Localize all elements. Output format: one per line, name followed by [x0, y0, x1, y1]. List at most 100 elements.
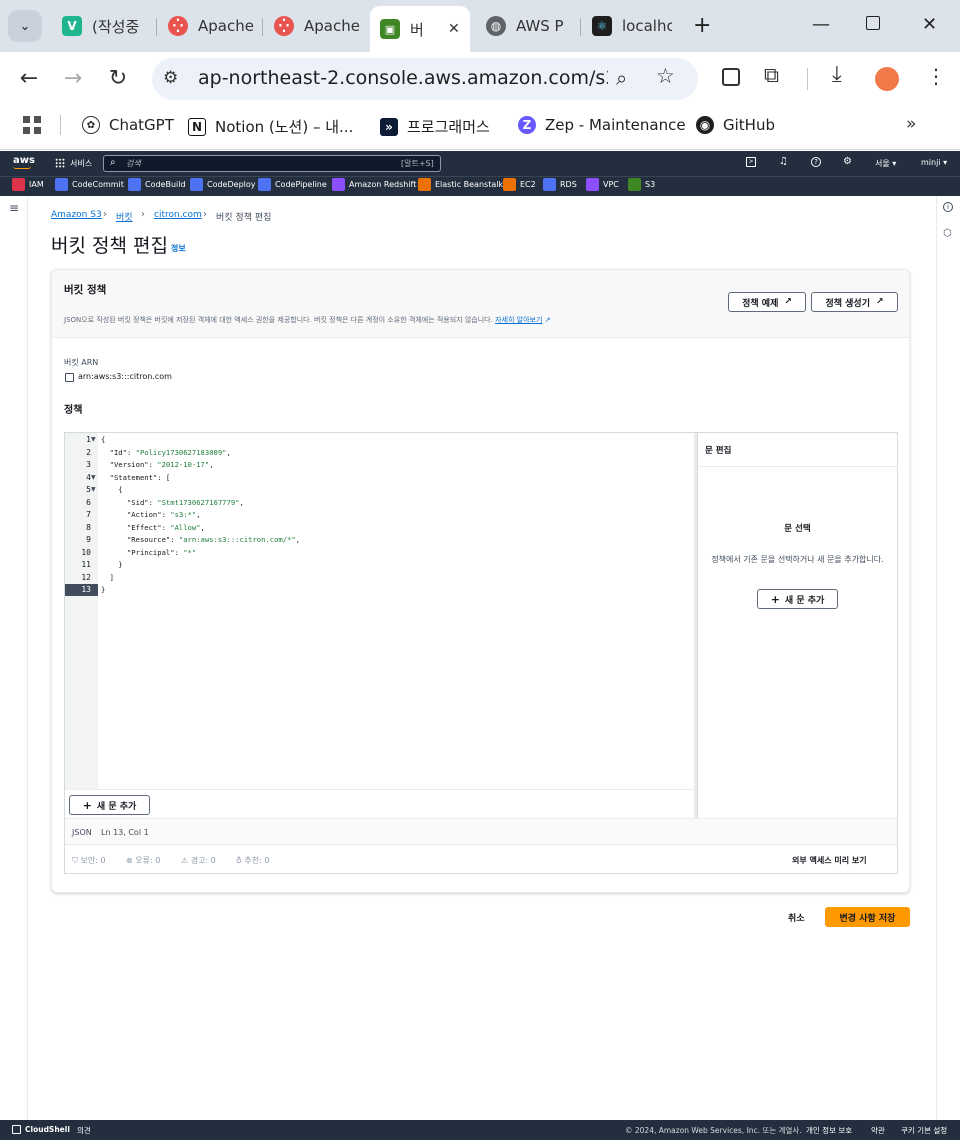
puzzle-icon[interactable]: ⧉ [764, 63, 779, 88]
line-number: 3 [86, 460, 91, 469]
statement-pane [697, 433, 897, 818]
help-icon[interactable]: ? [811, 157, 821, 167]
save-changes-button[interactable]: 변경 사항 저장 [825, 907, 910, 927]
chatgpt-icon: ✿ [82, 116, 100, 134]
line-number: 11 [81, 560, 91, 569]
breadcrumb-buckets[interactable]: 버킷 [116, 210, 133, 223]
favorite-elastic-beanstalk[interactable]: Elastic Beanstalk [418, 178, 503, 191]
favorite-codedeploy[interactable]: CodeDeploy [190, 178, 256, 191]
more-bookmarks-icon[interactable]: » [906, 114, 916, 134]
suggestion-count[interactable]: ♁ 추천: 0 [236, 855, 269, 866]
service-icon [628, 178, 641, 191]
close-window-icon[interactable]: ✕ [922, 14, 937, 35]
add-statement-pane-button[interactable]: + 새 문 추가 [757, 589, 838, 609]
favorite-s3[interactable]: S3 [628, 178, 655, 191]
fold-arrow-icon[interactable]: ▼ [91, 486, 96, 493]
services-menu[interactable]: 서비스 [70, 158, 92, 169]
service-icon [586, 178, 599, 191]
forward-icon[interactable]: → [60, 66, 86, 91]
favorite-iam[interactable]: IAM [12, 178, 44, 191]
browser-tab[interactable]: ⁛ Apache [158, 8, 258, 44]
lightbulb-icon: ♁ [236, 856, 242, 865]
feedback-button[interactable]: 의견 [77, 1125, 91, 1136]
terms-link[interactable]: 약관 [871, 1125, 885, 1136]
back-icon[interactable]: ← [16, 66, 42, 91]
zoom-icon[interactable]: ⌕ [616, 66, 627, 90]
browser-tab[interactable]: ⁛ Apache [264, 8, 364, 44]
profile-avatar[interactable] [875, 67, 899, 91]
apps-grid-icon[interactable] [23, 116, 41, 134]
privacy-link[interactable]: 개인 정보 보호 [806, 1125, 852, 1136]
github-icon: ◉ [696, 116, 714, 134]
status-language: JSON [72, 828, 92, 837]
url-text[interactable]: ap-northeast-2.console.aws.amazon.com/s3… [198, 67, 608, 89]
settings-icon[interactable]: ⚙ [843, 156, 852, 167]
line-number: 6 [86, 497, 91, 507]
aws-search-input[interactable] [103, 155, 441, 172]
external-link-icon: ↗ [784, 297, 792, 307]
favorite-amazon-redshift[interactable]: Amazon Redshift [332, 178, 416, 191]
menu-icon[interactable]: ⋮ [926, 64, 946, 88]
download-icon[interactable]: ⤓ [832, 62, 842, 87]
browser-tab[interactable]: ◍ AWS P [476, 8, 576, 44]
chevron-right-icon: › [203, 209, 207, 220]
bookmark-zep[interactable]: Z Zep - Maintenance [518, 116, 686, 134]
bookmark-chatgpt[interactable]: ✿ ChatGPT [82, 116, 174, 134]
status-position: Ln 13, Col 1 [101, 828, 149, 837]
bookmark-github[interactable]: ◉ GitHub [696, 116, 775, 134]
region-selector[interactable]: 서울 ▾ [875, 158, 896, 169]
browser-tab[interactable]: ⚛ localhc [582, 8, 682, 44]
favorite-rds[interactable]: RDS [543, 178, 577, 191]
editor-status-bar [65, 818, 897, 845]
policy-generator-button[interactable]: 정책 생성기 ↗ [811, 292, 898, 312]
service-icon [12, 178, 25, 191]
maximize-icon[interactable] [866, 16, 880, 30]
browser-tab-active[interactable]: ▣ 버 ✕ [370, 6, 470, 52]
favorite-codebuild[interactable]: CodeBuild [128, 178, 186, 191]
extension-icon[interactable] [722, 68, 740, 86]
info-panel-icon[interactable]: i [943, 202, 953, 212]
security-count[interactable]: ⛉ 보안: 0 [72, 855, 106, 866]
account-menu[interactable]: minji ▾ [921, 158, 947, 167]
policy-examples-button[interactable]: 정책 예제 ↗ [728, 292, 806, 312]
fold-arrow-icon[interactable]: ▼ [91, 436, 96, 443]
services-grid-icon[interactable] [55, 158, 65, 168]
copy-icon[interactable] [65, 373, 74, 382]
breadcrumb-amazon-s3[interactable]: Amazon S3 [51, 210, 102, 220]
tutorial-icon[interactable]: ⬡ [943, 228, 952, 239]
fold-arrow-icon[interactable]: ▼ [91, 474, 96, 481]
cancel-button[interactable]: 취소 [788, 911, 805, 924]
error-count[interactable]: ⊗ 오류: 0 [126, 855, 160, 866]
info-link[interactable]: 정보 [171, 243, 186, 254]
aws-logo[interactable]: aws [13, 155, 35, 166]
site-info-icon[interactable]: ⚙ [163, 68, 178, 88]
minimize-icon[interactable]: — [812, 14, 830, 35]
close-tab-icon[interactable]: ✕ [448, 21, 460, 37]
tab-search-button[interactable]: ⌄ [8, 10, 42, 42]
breadcrumb-bucket[interactable]: citron.com [154, 210, 202, 220]
code-text-area[interactable] [99, 433, 695, 789]
cloudshell-button[interactable]: CloudShell [25, 1125, 70, 1134]
preview-external-access-button[interactable]: 외부 액세스 미리 보기 [792, 855, 867, 866]
browser-tab[interactable]: V (작성중 [52, 8, 152, 44]
cloudshell-icon[interactable]: > [746, 157, 756, 167]
bookmark-star-icon[interactable]: ☆ [656, 64, 675, 88]
learn-more-link[interactable]: 자세히 알아보기 [495, 316, 542, 324]
add-statement-button[interactable]: + 새 문 추가 [69, 795, 150, 815]
reload-icon[interactable]: ↻ [105, 66, 131, 91]
service-icon [503, 178, 516, 191]
warning-count[interactable]: ⚠ 경고: 0 [181, 855, 216, 866]
line-number: 2 [86, 447, 91, 457]
notifications-icon[interactable]: ♫ [779, 156, 788, 167]
bookmark-notion[interactable]: N Notion (노션) – 내... [188, 116, 353, 137]
hamburger-menu-icon[interactable]: ≡ [9, 201, 19, 215]
favorite-ec2[interactable]: EC2 [503, 178, 536, 191]
new-tab-icon[interactable]: + [693, 13, 711, 38]
bookmark-programmers[interactable]: » 프로그래머스 [380, 116, 490, 137]
favorite-codecommit[interactable]: CodeCommit [55, 178, 124, 191]
tab-label: localhc [622, 17, 672, 35]
cookie-preferences-link[interactable]: 쿠키 기본 설정 [901, 1125, 947, 1136]
favorite-codepipeline[interactable]: CodePipeline [258, 178, 327, 191]
service-icon [418, 178, 431, 191]
favorite-vpc[interactable]: VPC [586, 178, 619, 191]
